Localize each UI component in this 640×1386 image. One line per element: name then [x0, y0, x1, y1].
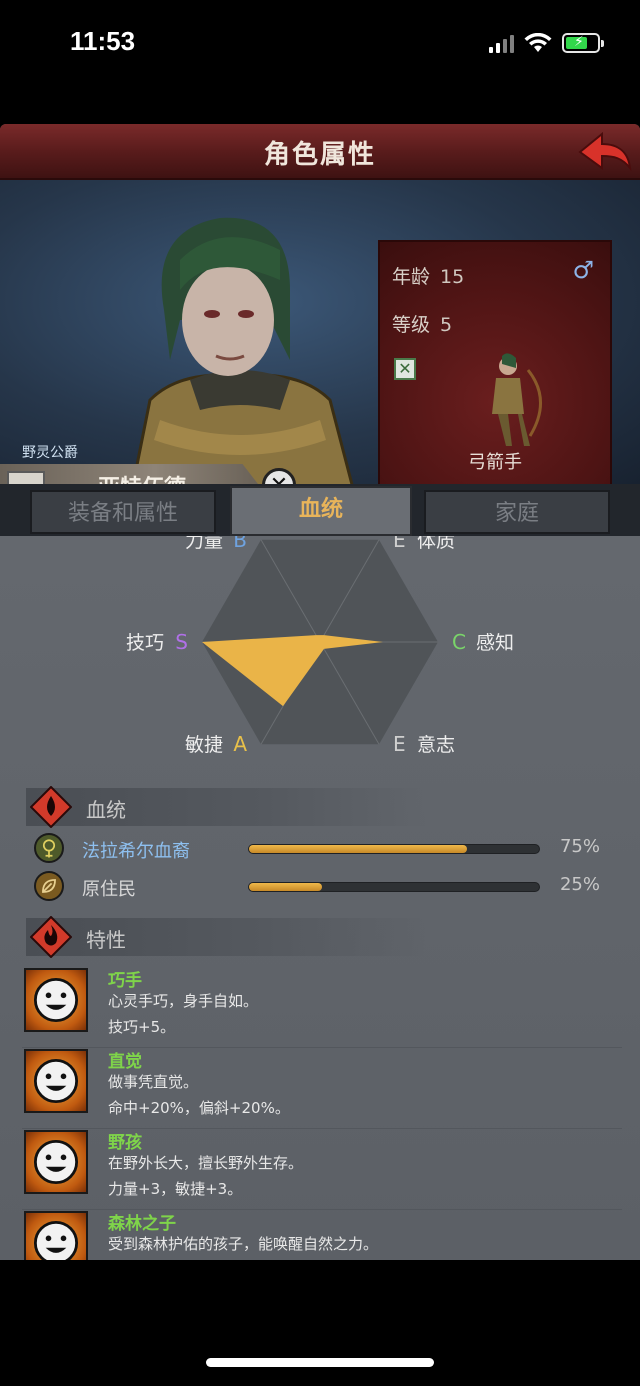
age-value: 15	[440, 266, 465, 288]
traits-title: 特性	[86, 928, 126, 952]
lineage-name: 原住民	[82, 879, 136, 900]
lineage-bar	[248, 844, 540, 854]
archer-sprite	[492, 353, 542, 446]
battery-icon: ⚡	[562, 33, 604, 53]
flame-icon	[30, 916, 72, 958]
race-label: 野灵公爵	[22, 445, 78, 461]
lineage-content: B 力量 E 体质 C 感知 E 意志 A 敏捷 S 技巧 血统 法拉希尔血裔 75% 原住民	[0, 536, 640, 1260]
attribute-grade: C	[452, 630, 466, 654]
level-value: 5	[440, 314, 453, 336]
tab-equipment[interactable]: 装备和属性	[30, 490, 216, 534]
tab-family[interactable]: 家庭	[424, 490, 610, 534]
character-name: 亚特伍德	[98, 470, 186, 484]
attribute-radar: B 力量 E 体质 C 感知 E 意志 A 敏捷 S 技巧	[126, 536, 514, 756]
attribute-name: 意志	[417, 734, 455, 756]
trait-effect: 力量+3，敏捷+3。	[108, 1180, 243, 1198]
trait-description: 心灵手巧，身手自如。	[108, 992, 259, 1010]
lineage-item[interactable]: 法拉希尔血裔 75%	[34, 832, 614, 864]
traits-section-header: 特性	[26, 916, 426, 958]
trait-name: 森林之子	[108, 1214, 176, 1234]
blood-drop-icon	[30, 786, 72, 828]
page-title: 角色属性	[263, 140, 376, 170]
trait-name: 直觉	[108, 1052, 142, 1072]
back-arrow-icon[interactable]	[576, 128, 632, 176]
leaf-icon	[34, 871, 64, 901]
male-icon: ♂	[572, 256, 594, 284]
trait-description: 做事凭直觉。	[108, 1073, 199, 1091]
lineage-percent: 75%	[559, 836, 600, 857]
trait-name: 巧手	[108, 971, 142, 991]
lineage-bar-fill	[249, 845, 467, 853]
attribute-grade: A	[233, 732, 247, 756]
lineage-item[interactable]: 原住民 25%	[34, 870, 614, 902]
trait-face-icon	[24, 968, 88, 1032]
trait-description: 受到森林护佑的孩子，能唤醒自然之力。	[108, 1235, 379, 1253]
portrait-area: 野灵公爵 亚特伍德 ✕ 年龄15 ♂ 等级5 ✕ 弓箭手 经	[0, 180, 640, 484]
home-indicator[interactable]	[206, 1358, 434, 1367]
trait-item[interactable]: 野孩 在野外长大，擅长野外生存。 力量+3，敏捷+3。	[22, 1128, 622, 1210]
lineage-bar	[248, 882, 540, 892]
attribute-name: 敏捷	[185, 734, 223, 756]
shield-icon	[7, 471, 45, 484]
attribute-grade: E	[393, 732, 406, 756]
attribute-grade: S	[175, 630, 188, 654]
tree-icon	[34, 833, 64, 863]
trait-item[interactable]: 巧手 心灵手巧，身手自如。 技巧+5。	[22, 966, 622, 1048]
lineage-section-header: 血统	[26, 786, 426, 828]
info-card: 年龄15 ♂ 等级5 ✕ 弓箭手 经验 0%	[378, 240, 612, 484]
status-time: 11:53	[70, 26, 136, 56]
attribute-name: 感知	[476, 632, 514, 654]
wifi-icon	[524, 33, 552, 52]
trait-item[interactable]: 森林之子 受到森林护佑的孩子，能唤醒自然之力。	[22, 1209, 622, 1260]
trait-face-icon	[24, 1049, 88, 1113]
lineage-name: 法拉希尔血裔	[82, 841, 190, 862]
class-label: 弓箭手	[468, 452, 522, 473]
trait-effect: 命中+20%，偏斜+20%。	[108, 1099, 290, 1117]
lineage-title: 血统	[86, 798, 126, 822]
tab-bar: 装备和属性 血统 家庭	[0, 484, 640, 536]
trait-face-icon	[24, 1130, 88, 1194]
status-checkbox[interactable]: ✕	[394, 358, 416, 380]
title-bar: 角色属性	[0, 124, 640, 180]
trait-description: 在野外长大，擅长野外生存。	[108, 1154, 304, 1172]
attribute-name: 力量	[185, 536, 223, 552]
age-row: 年龄 15	[392, 262, 464, 289]
trait-effect: 技巧+5。	[108, 1018, 176, 1036]
character-portrait	[161, 217, 290, 376]
cellular-signal-icon	[489, 33, 514, 53]
lineage-bar-fill	[249, 883, 322, 891]
attribute-name: 体质	[417, 536, 455, 552]
attribute-grade: E	[393, 536, 406, 552]
age-label: 年龄	[392, 266, 431, 288]
trait-item[interactable]: 直觉 做事凭直觉。命中+20%，偏斜+20%。	[22, 1047, 622, 1129]
level-label: 等级	[392, 314, 431, 336]
level-row: 等级 5	[392, 310, 452, 337]
character-panel: 角色属性 野灵公爵 亚特伍德 ✕ 年龄 15	[0, 124, 640, 1260]
trait-name: 野孩	[108, 1133, 142, 1153]
attribute-name: 技巧	[126, 632, 164, 654]
status-icons: ⚡	[489, 30, 604, 56]
attribute-grade: B	[233, 536, 247, 552]
lineage-percent: 25%	[559, 874, 600, 895]
tab-lineage[interactable]: 血统	[230, 486, 412, 536]
trait-face-icon	[24, 1211, 88, 1260]
